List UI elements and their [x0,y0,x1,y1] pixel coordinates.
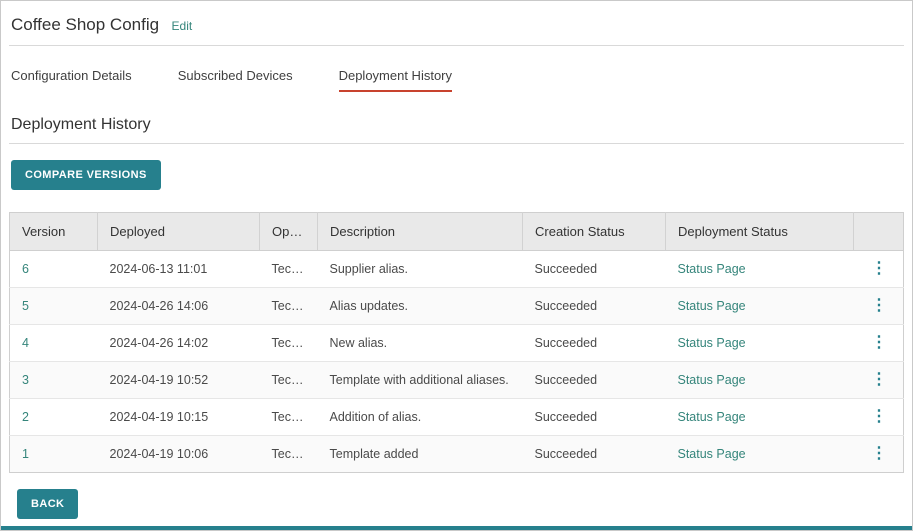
version-link[interactable]: 2 [22,410,29,424]
section-title: Deployment History [11,116,902,134]
col-deployed: Deployed [98,213,260,251]
description-cell: Supplier alias. [318,251,523,288]
col-operator: Oper... [260,213,318,251]
status-page-link[interactable]: Status Page [678,336,746,350]
back-button[interactable]: BACK [17,489,78,519]
deployed-cell: 2024-04-26 14:06 [98,288,260,325]
table-row: 4 2024-04-26 14:02 Tech... New alias. Su… [10,325,904,362]
col-description: Description [318,213,523,251]
version-link[interactable]: 5 [22,299,29,313]
version-link[interactable]: 6 [22,262,29,276]
table-row: 6 2024-06-13 11:01 Tech... Supplier alia… [10,251,904,288]
title-divider [9,45,904,46]
col-creation-status: Creation Status [523,213,666,251]
operator-cell: Tech... [260,436,318,473]
title-row: Coffee Shop Config Edit [9,13,904,35]
deployment-history-table: Version Deployed Oper... Description Cre… [9,212,904,473]
row-menu-icon[interactable]: ⋮ [867,263,891,275]
creation-status-cell: Succeeded [523,251,666,288]
status-page-link[interactable]: Status Page [678,447,746,461]
table-row: 5 2024-04-26 14:06 Tech... Alias updates… [10,288,904,325]
bottom-accent-bar [1,526,912,530]
creation-status-cell: Succeeded [523,362,666,399]
status-page-link[interactable]: Status Page [678,262,746,276]
status-page-link[interactable]: Status Page [678,299,746,313]
config-page: Coffee Shop Config Edit Configuration De… [0,0,913,531]
edit-link[interactable]: Edit [172,19,193,33]
table-header-row: Version Deployed Oper... Description Cre… [10,213,904,251]
tab-configuration-details[interactable]: Configuration Details [11,68,132,92]
deployed-cell: 2024-04-19 10:52 [98,362,260,399]
creation-status-cell: Succeeded [523,325,666,362]
page-title: Coffee Shop Config [11,15,159,34]
compare-versions-button[interactable]: COMPARE VERSIONS [11,160,161,190]
table-row: 2 2024-04-19 10:15 Tech... Addition of a… [10,399,904,436]
col-deployment-status: Deployment Status [666,213,854,251]
deployed-cell: 2024-04-19 10:06 [98,436,260,473]
operator-cell: Tech... [260,325,318,362]
status-page-link[interactable]: Status Page [678,410,746,424]
deployed-cell: 2024-04-19 10:15 [98,399,260,436]
creation-status-cell: Succeeded [523,436,666,473]
section-divider [9,143,904,144]
tab-subscribed-devices[interactable]: Subscribed Devices [178,68,293,92]
description-cell: Addition of alias. [318,399,523,436]
deployed-cell: 2024-04-26 14:02 [98,325,260,362]
creation-status-cell: Succeeded [523,399,666,436]
description-cell: Alias updates. [318,288,523,325]
row-menu-icon[interactable]: ⋮ [867,337,891,349]
version-link[interactable]: 3 [22,373,29,387]
creation-status-cell: Succeeded [523,288,666,325]
version-link[interactable]: 1 [22,447,29,461]
version-link[interactable]: 4 [22,336,29,350]
operator-cell: Tech... [260,362,318,399]
col-version: Version [10,213,98,251]
table-row: 3 2024-04-19 10:52 Tech... Template with… [10,362,904,399]
description-cell: Template added [318,436,523,473]
table-row: 1 2024-04-19 10:06 Tech... Template adde… [10,436,904,473]
operator-cell: Tech... [260,251,318,288]
tab-deployment-history[interactable]: Deployment History [339,68,452,92]
col-actions [854,213,904,251]
operator-cell: Tech... [260,399,318,436]
row-menu-icon[interactable]: ⋮ [867,374,891,386]
tab-bar: Configuration Details Subscribed Devices… [11,68,902,92]
operator-cell: Tech... [260,288,318,325]
status-page-link[interactable]: Status Page [678,373,746,387]
description-cell: New alias. [318,325,523,362]
description-cell: Template with additional aliases. [318,362,523,399]
row-menu-icon[interactable]: ⋮ [867,448,891,460]
row-menu-icon[interactable]: ⋮ [867,411,891,423]
deployed-cell: 2024-06-13 11:01 [98,251,260,288]
row-menu-icon[interactable]: ⋮ [867,300,891,312]
